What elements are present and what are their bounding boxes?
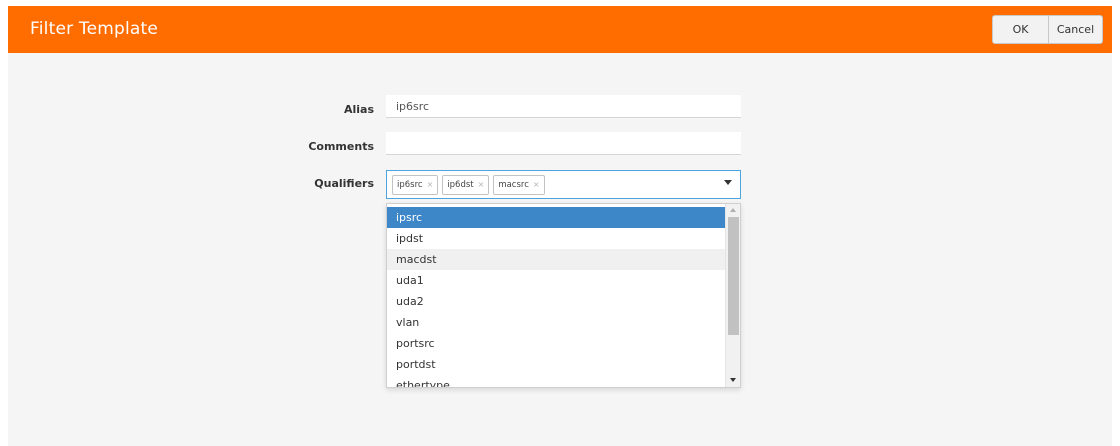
qualifier-options-list: ipsrc ipdst macdst uda1 uda2 vlan portsr…	[386, 203, 741, 388]
comments-label: Comments	[308, 140, 374, 153]
dialog: Filter Template OK Cancel Alias Comments…	[8, 6, 1112, 446]
option-vlan[interactable]: vlan	[387, 312, 726, 333]
option-ipdst[interactable]: ipdst	[387, 228, 726, 249]
dialog-title: Filter Template	[30, 19, 159, 39]
qualifiers-label: Qualifiers	[314, 177, 374, 190]
remove-tag-icon[interactable]: ×	[427, 180, 434, 189]
tag-label: ip6dst	[447, 179, 474, 190]
cancel-button[interactable]: Cancel	[1048, 15, 1103, 44]
option-ethertype[interactable]: ethertype	[387, 375, 726, 387]
qualifier-tag: ip6dst ×	[442, 174, 490, 195]
scroll-up-icon[interactable]	[730, 208, 736, 212]
ok-button[interactable]: OK	[992, 15, 1049, 44]
tag-label: macsrc	[498, 179, 529, 190]
option-ipsrc[interactable]: ipsrc	[387, 207, 726, 228]
title-bar: Filter Template OK Cancel	[8, 6, 1112, 53]
option-portsrc[interactable]: portsrc	[387, 333, 726, 354]
remove-tag-icon[interactable]: ×	[478, 180, 485, 189]
alias-label: Alias	[343, 103, 374, 116]
qualifier-tag: macsrc ×	[493, 174, 545, 195]
comments-input[interactable]	[386, 132, 741, 155]
option-uda2[interactable]: uda2	[387, 291, 726, 312]
remove-tag-icon[interactable]: ×	[533, 180, 540, 189]
chevron-down-icon[interactable]	[724, 180, 732, 185]
qualifier-tag: ip6src ×	[392, 174, 439, 195]
qualifiers-select[interactable]: ip6src × ip6dst × macsrc ×	[386, 170, 741, 199]
option-macdst[interactable]: macdst	[387, 249, 726, 270]
alias-input[interactable]	[386, 95, 741, 118]
option-portdst[interactable]: portdst	[387, 354, 726, 375]
options-scrollbar[interactable]	[725, 204, 740, 387]
scroll-down-icon[interactable]	[730, 378, 736, 382]
tag-label: ip6src	[397, 179, 423, 190]
option-uda1[interactable]: uda1	[387, 270, 726, 291]
scrollbar-thumb[interactable]	[728, 217, 739, 335]
